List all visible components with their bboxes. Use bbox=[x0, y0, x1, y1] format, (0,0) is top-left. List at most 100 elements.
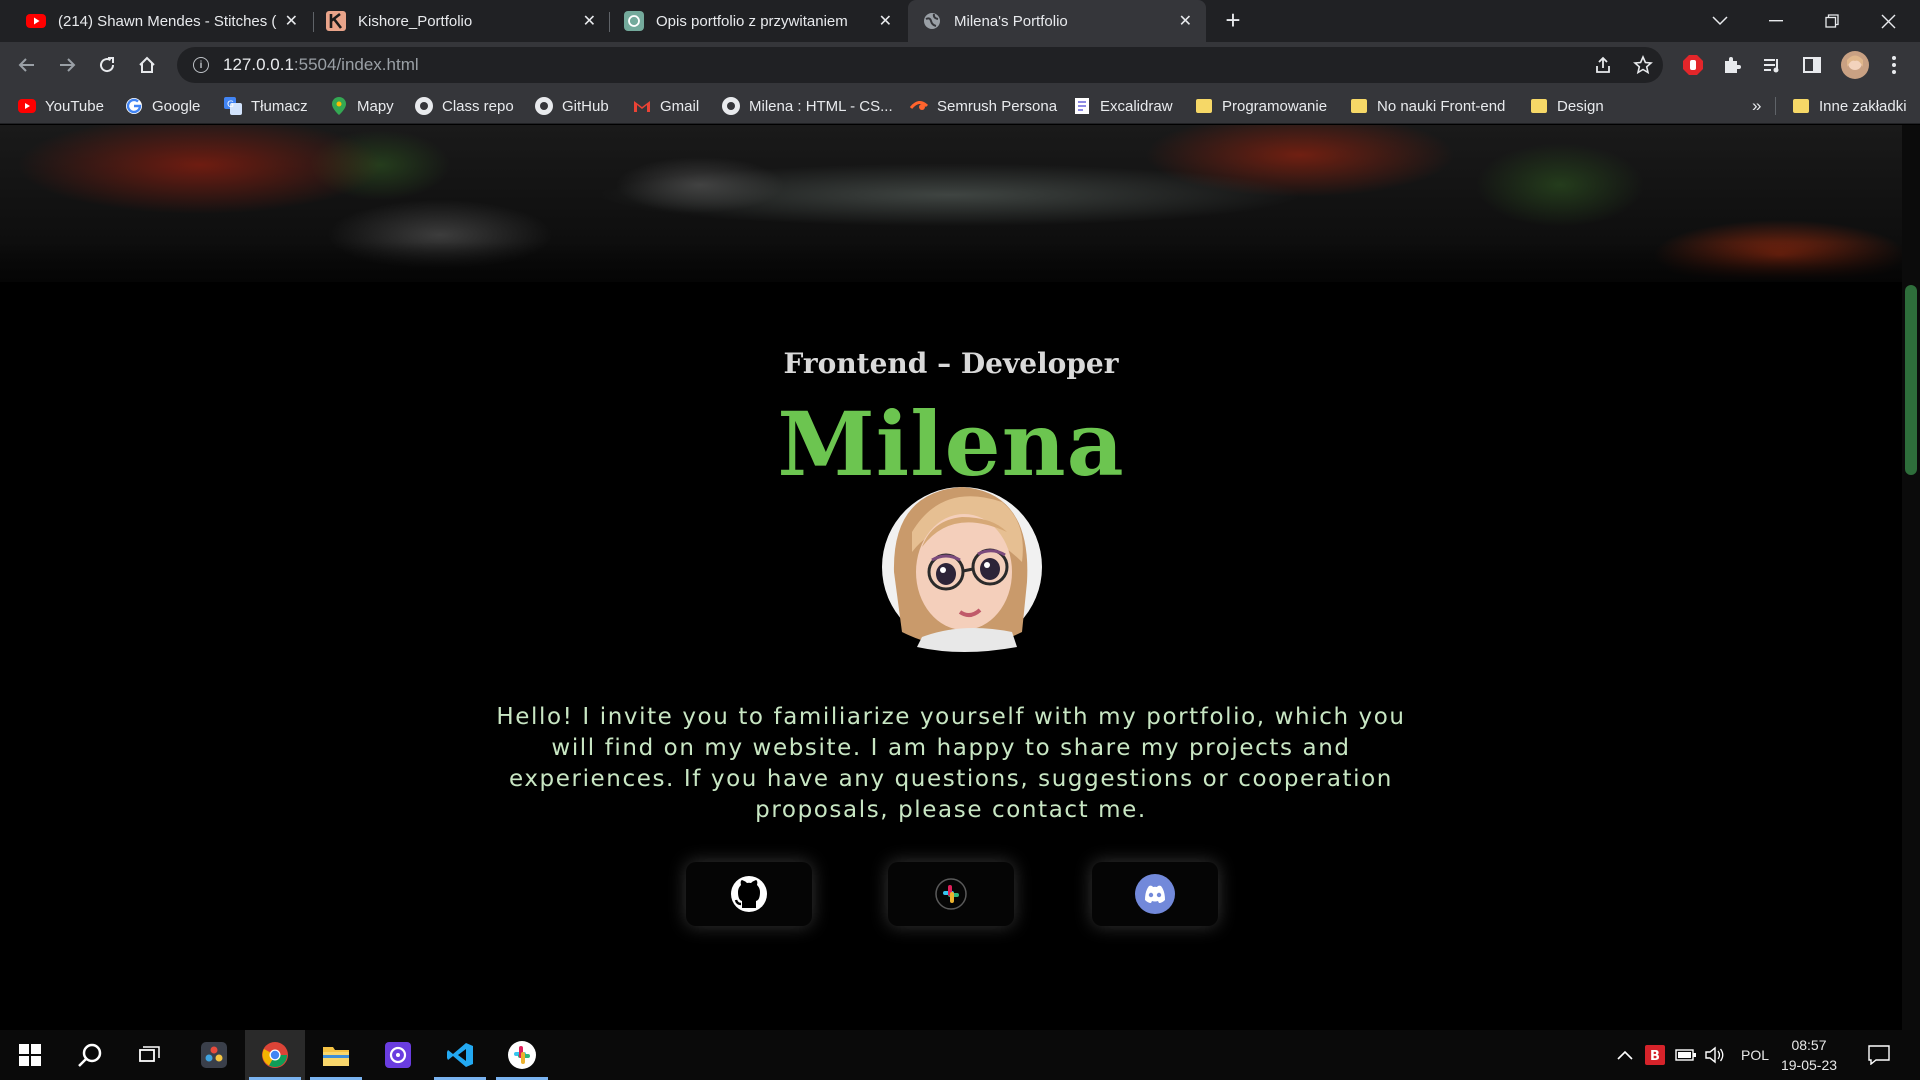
taskbar-app-portal[interactable] bbox=[368, 1030, 428, 1080]
browser-menu-icon[interactable] bbox=[1882, 53, 1906, 77]
taskbar-app-vscode[interactable] bbox=[430, 1030, 490, 1080]
bookmark-folder-nauki[interactable]: No nauki Front-end bbox=[1350, 88, 1505, 124]
taskbar-app-slack[interactable] bbox=[492, 1030, 552, 1080]
bookmark-folder-design[interactable]: Design bbox=[1530, 88, 1604, 124]
minimize-button[interactable] bbox=[1748, 0, 1804, 42]
tab-title: Milena's Portfolio bbox=[954, 12, 1068, 30]
bookmark-folder-programowanie[interactable]: Programowanie bbox=[1195, 88, 1327, 124]
bookmark-google[interactable]: Google bbox=[125, 88, 200, 124]
minimize-icon bbox=[1769, 20, 1783, 22]
start-button[interactable] bbox=[0, 1030, 60, 1080]
bookmark-class-repo[interactable]: Class repo bbox=[415, 88, 514, 124]
forward-button[interactable] bbox=[51, 49, 83, 81]
home-button[interactable] bbox=[131, 49, 163, 81]
bookmark-label: No nauki Front-end bbox=[1377, 97, 1506, 115]
page-icon bbox=[1073, 97, 1091, 115]
extensions-icon[interactable] bbox=[1720, 53, 1744, 77]
close-icon[interactable]: ✕ bbox=[583, 11, 596, 31]
volume-control[interactable] bbox=[1705, 1030, 1725, 1080]
back-button[interactable] bbox=[11, 49, 43, 81]
bookmark-github[interactable]: GitHub bbox=[535, 88, 609, 124]
translate-icon: G bbox=[224, 97, 242, 115]
globe-icon bbox=[924, 13, 940, 29]
discord-icon bbox=[1135, 874, 1175, 914]
k-logo-icon bbox=[326, 11, 346, 31]
close-icon[interactable]: ✕ bbox=[879, 11, 892, 31]
close-icon[interactable]: ✕ bbox=[285, 11, 298, 31]
youtube-icon bbox=[18, 97, 36, 115]
share-icon[interactable] bbox=[1593, 55, 1613, 75]
close-window-button[interactable] bbox=[1860, 0, 1916, 42]
tray-app-icon[interactable]: B bbox=[1645, 1030, 1665, 1080]
chrome-icon bbox=[262, 1042, 288, 1068]
bookmark-divider bbox=[1775, 97, 1776, 115]
show-hidden-icons-button[interactable] bbox=[1617, 1030, 1633, 1080]
chevron-down-icon bbox=[1712, 16, 1728, 26]
vscode-icon bbox=[447, 1043, 473, 1067]
github-icon bbox=[722, 97, 740, 115]
adblock-extension-icon[interactable] bbox=[1681, 53, 1705, 77]
github-link-button[interactable] bbox=[686, 862, 812, 926]
home-icon bbox=[139, 56, 155, 73]
bookmark-semrush[interactable]: Semrush Persona bbox=[910, 88, 1057, 124]
tab-chatgpt[interactable]: Opis portfolio z przywitaniem ✕ bbox=[610, 0, 906, 42]
bookmark-label: Milena : HTML - CS... bbox=[749, 97, 893, 115]
bookmark-excalidraw[interactable]: Excalidraw bbox=[1073, 88, 1173, 124]
media-control-icon[interactable] bbox=[1760, 53, 1784, 77]
bookmark-label: Gmail bbox=[660, 97, 700, 115]
taskbar-app-chrome[interactable] bbox=[245, 1030, 305, 1080]
slack-link-button[interactable] bbox=[888, 862, 1014, 926]
tab-strip: (214) Shawn Mendes - Stitches (L ✕ Kisho… bbox=[0, 0, 1920, 42]
clock-time: 08:57 bbox=[1791, 1037, 1827, 1053]
tab-search-button[interactable] bbox=[1692, 0, 1748, 42]
scrollbar-thumb[interactable] bbox=[1905, 285, 1917, 475]
system-clock[interactable]: 08:57 19-05-23 bbox=[1774, 1035, 1844, 1075]
task-view-button[interactable] bbox=[120, 1030, 180, 1080]
reload-button[interactable] bbox=[91, 49, 123, 81]
search-icon bbox=[78, 1043, 102, 1067]
red-app-icon: B bbox=[1645, 1045, 1665, 1065]
windows-taskbar: B POL 08:57 19-05-23 bbox=[0, 1030, 1920, 1080]
notification-icon bbox=[1868, 1045, 1890, 1065]
star-icon[interactable] bbox=[1633, 55, 1653, 75]
discord-link-button[interactable] bbox=[1092, 862, 1218, 926]
profile-avatar[interactable] bbox=[1840, 50, 1870, 80]
bookmark-youtube[interactable]: YouTube bbox=[18, 88, 104, 124]
search-button[interactable] bbox=[60, 1030, 120, 1080]
speaker-icon bbox=[1705, 1046, 1724, 1064]
browser-toolbar: i 127.0.0.1 :5504/index.html bbox=[0, 42, 1920, 88]
folder-icon bbox=[1792, 97, 1810, 115]
input-language[interactable]: POL bbox=[1741, 1030, 1769, 1080]
battery-status[interactable] bbox=[1675, 1030, 1697, 1080]
bookmark-label: Semrush Persona bbox=[937, 97, 1058, 115]
bookmark-gmail[interactable]: Gmail bbox=[633, 88, 699, 124]
new-tab-button[interactable]: + bbox=[1218, 6, 1248, 36]
bookmark-label: YouTube bbox=[45, 97, 104, 115]
bookmark-label: Design bbox=[1557, 97, 1604, 115]
maps-icon bbox=[330, 97, 348, 115]
taskbar-app-davinci[interactable] bbox=[184, 1030, 244, 1080]
tab-youtube[interactable]: (214) Shawn Mendes - Stitches (L ✕ bbox=[12, 0, 312, 42]
arrow-left-icon bbox=[18, 58, 34, 72]
bookmarks-overflow-button[interactable]: » bbox=[1752, 88, 1761, 124]
bookmark-milena-html[interactable]: Milena : HTML - CS... bbox=[722, 88, 893, 124]
tab-kishore-portfolio[interactable]: Kishore_Portfolio ✕ bbox=[312, 0, 610, 42]
tab-milena-portfolio[interactable]: Milena's Portfolio ✕ bbox=[908, 0, 1206, 42]
bookmark-maps[interactable]: Mapy bbox=[330, 88, 394, 124]
tab-title: Opis portfolio z przywitaniem bbox=[656, 12, 848, 30]
close-icon[interactable]: ✕ bbox=[1179, 11, 1192, 31]
tab-title: Kishore_Portfolio bbox=[358, 12, 473, 30]
side-panel-icon[interactable] bbox=[1800, 53, 1824, 77]
taskbar-app-file-explorer[interactable] bbox=[306, 1030, 366, 1080]
site-info-icon[interactable]: i bbox=[193, 57, 209, 73]
bookmark-other-folder[interactable]: Inne zakładki bbox=[1792, 88, 1907, 124]
bookmarks-bar: YouTube Google G Tłumacz Mapy Class repo… bbox=[0, 88, 1920, 124]
restore-button[interactable] bbox=[1804, 0, 1860, 42]
bookmark-translate[interactable]: G Tłumacz bbox=[224, 88, 308, 124]
notifications-button[interactable] bbox=[1868, 1030, 1890, 1080]
address-bar[interactable]: i 127.0.0.1 :5504/index.html bbox=[177, 47, 1663, 83]
bookmark-label: Google bbox=[152, 97, 201, 115]
page-scrollbar[interactable] bbox=[1902, 125, 1920, 1030]
gmail-icon bbox=[633, 97, 651, 115]
restore-icon bbox=[1825, 14, 1839, 28]
